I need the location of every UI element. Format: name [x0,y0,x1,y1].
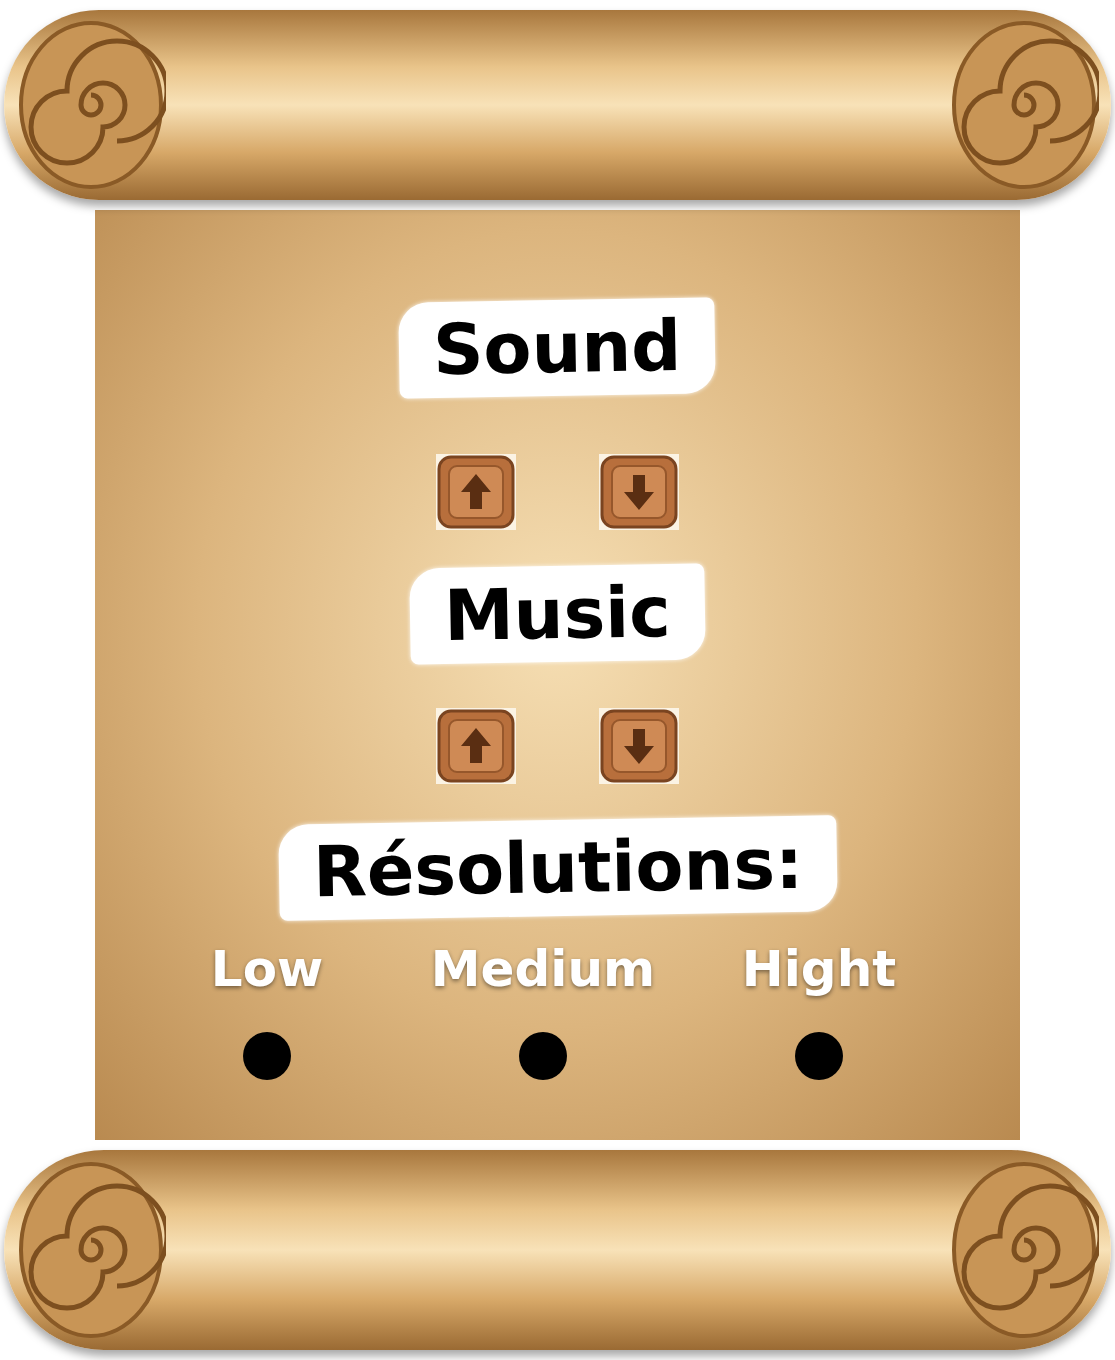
resolution-option[interactable]: Low [167,944,367,1080]
bottom-roll [0,1140,1115,1360]
arrow-up-icon [437,709,515,783]
top-roll [0,0,1115,210]
parchment: Sound Music Résolutions: Low Medium Hight [95,210,1020,1140]
button-row [436,708,679,784]
scroll-end-icon [949,1160,1099,1340]
section-label-text: Music [444,577,672,651]
section-label: Music [409,563,705,664]
volume-up-button[interactable] [436,454,516,530]
resolution-option[interactable]: Hight [719,944,919,1080]
volume-down-button[interactable] [599,454,679,530]
resolution-options: Low Medium Hight [95,944,1020,1080]
section-label: Sound [399,297,717,399]
section-label-text: Sound [433,311,682,385]
scroll-end-icon [16,20,166,190]
volume-down-button[interactable] [599,708,679,784]
volume-up-button[interactable] [436,708,516,784]
resolution-label: Low [211,944,323,994]
section-label: Résolutions: [278,815,838,921]
resolution-option[interactable]: Medium [443,944,643,1080]
button-row [436,454,679,530]
radio-dot[interactable] [519,1032,567,1080]
arrow-down-icon [600,709,678,783]
arrow-up-icon [437,455,515,529]
section-label-text: Résolutions: [312,829,803,908]
radio-dot[interactable] [795,1032,843,1080]
resolution-label: Medium [431,944,655,994]
resolution-label: Hight [742,944,896,994]
radio-dot[interactable] [243,1032,291,1080]
scroll-end-icon [16,1160,166,1340]
arrow-down-icon [600,455,678,529]
scroll-end-icon [949,20,1099,190]
